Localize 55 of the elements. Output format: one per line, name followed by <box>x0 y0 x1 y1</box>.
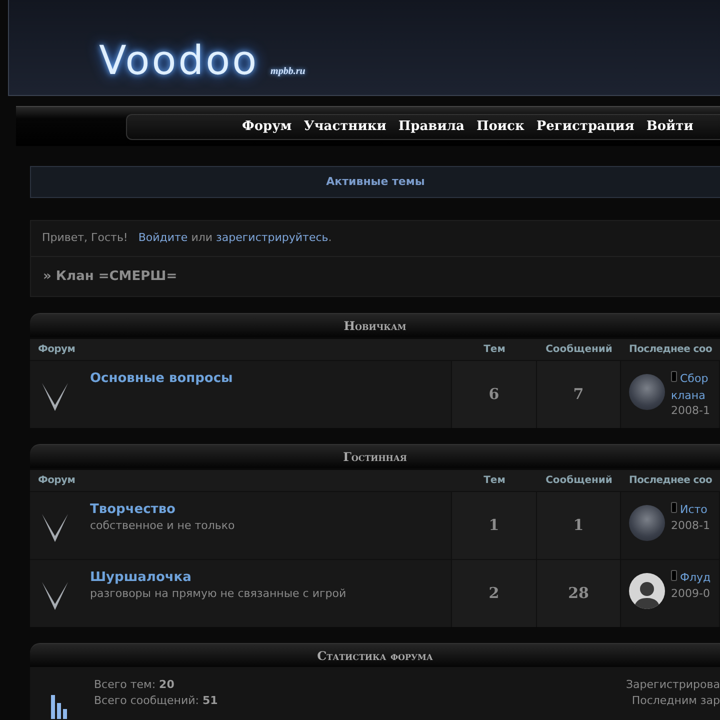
stats-line: Всего тем: 20 <box>94 677 176 693</box>
last-post-date: 2008-1 <box>671 518 710 532</box>
forum-title-link[interactable]: Творчество <box>90 502 235 518</box>
last-post-date: 2008-1 <box>671 404 710 418</box>
nav-link[interactable]: Участники <box>304 116 386 136</box>
post-count: 1 <box>573 515 584 536</box>
active-topics-link[interactable]: Активные темы <box>326 174 425 190</box>
stats-line: Зарегистрирова <box>626 677 720 693</box>
topic-count: 2 <box>488 583 500 604</box>
register-link[interactable]: зарегистрируйтесь <box>216 231 328 244</box>
last-post-link[interactable]: клана <box>671 388 706 402</box>
phone-icon <box>671 502 677 513</box>
avatar-silhouette-icon <box>629 573 665 609</box>
post-count: 28 <box>568 583 589 604</box>
column-header: Последнее соо <box>621 337 720 360</box>
topic-count: 6 <box>488 384 500 406</box>
stats-line: Всего сообщений: 51 <box>94 693 218 709</box>
forum-title-link[interactable]: Основные вопросы <box>90 371 233 387</box>
stats-line: Последним зар <box>630 693 720 709</box>
phone-icon <box>671 570 677 581</box>
nav-link[interactable]: Войти <box>646 116 694 136</box>
photo-placeholder <box>629 505 665 541</box>
nav-link[interactable]: Форум <box>242 116 292 136</box>
topic-count: 1 <box>488 515 500 536</box>
forum-title-link[interactable]: Шуршалочка <box>90 570 346 586</box>
post-count: 7 <box>573 384 584 406</box>
login-link[interactable]: Войдите <box>138 231 188 244</box>
last-post-link[interactable]: Флуд <box>680 571 711 584</box>
photo-placeholder <box>629 374 665 410</box>
nav-link[interactable]: Поиск <box>476 116 524 136</box>
last-post-link[interactable]: Исто <box>680 503 708 516</box>
breadcrumb-text: » Клан =СМЕРШ= <box>43 268 178 284</box>
phone-icon <box>671 371 677 382</box>
period-text: . <box>328 231 332 244</box>
category-header: Новичкам <box>30 313 720 337</box>
site-caption: mpbb.ru <box>270 65 306 79</box>
forum-description: собственное и не только <box>90 518 235 534</box>
last-post-link[interactable]: Сбор <box>680 372 708 385</box>
nav-link[interactable]: Правила <box>398 116 464 136</box>
column-header: Сообщений <box>537 337 621 360</box>
column-header: Тем <box>452 468 537 491</box>
connector-text: или <box>191 231 213 244</box>
column-header: Сообщений <box>537 468 621 491</box>
forum-description: разговоры на прямую не связанные с игрой <box>90 586 346 602</box>
column-header: Тем <box>452 337 537 360</box>
site-logo: Voodoo <box>99 41 259 81</box>
greeting-text: Привет, Гость! <box>42 231 128 244</box>
category-header: Гостинная <box>30 444 720 468</box>
column-header: Последнее соо <box>621 468 720 491</box>
nav-link[interactable]: Регистрация <box>536 116 634 136</box>
bar-chart-icon <box>50 693 68 719</box>
column-header: Форум <box>30 337 452 360</box>
column-header: Форум <box>30 468 452 491</box>
stats-header: Статистика форума <box>30 643 720 667</box>
last-post-date: 2009-0 <box>671 586 711 600</box>
